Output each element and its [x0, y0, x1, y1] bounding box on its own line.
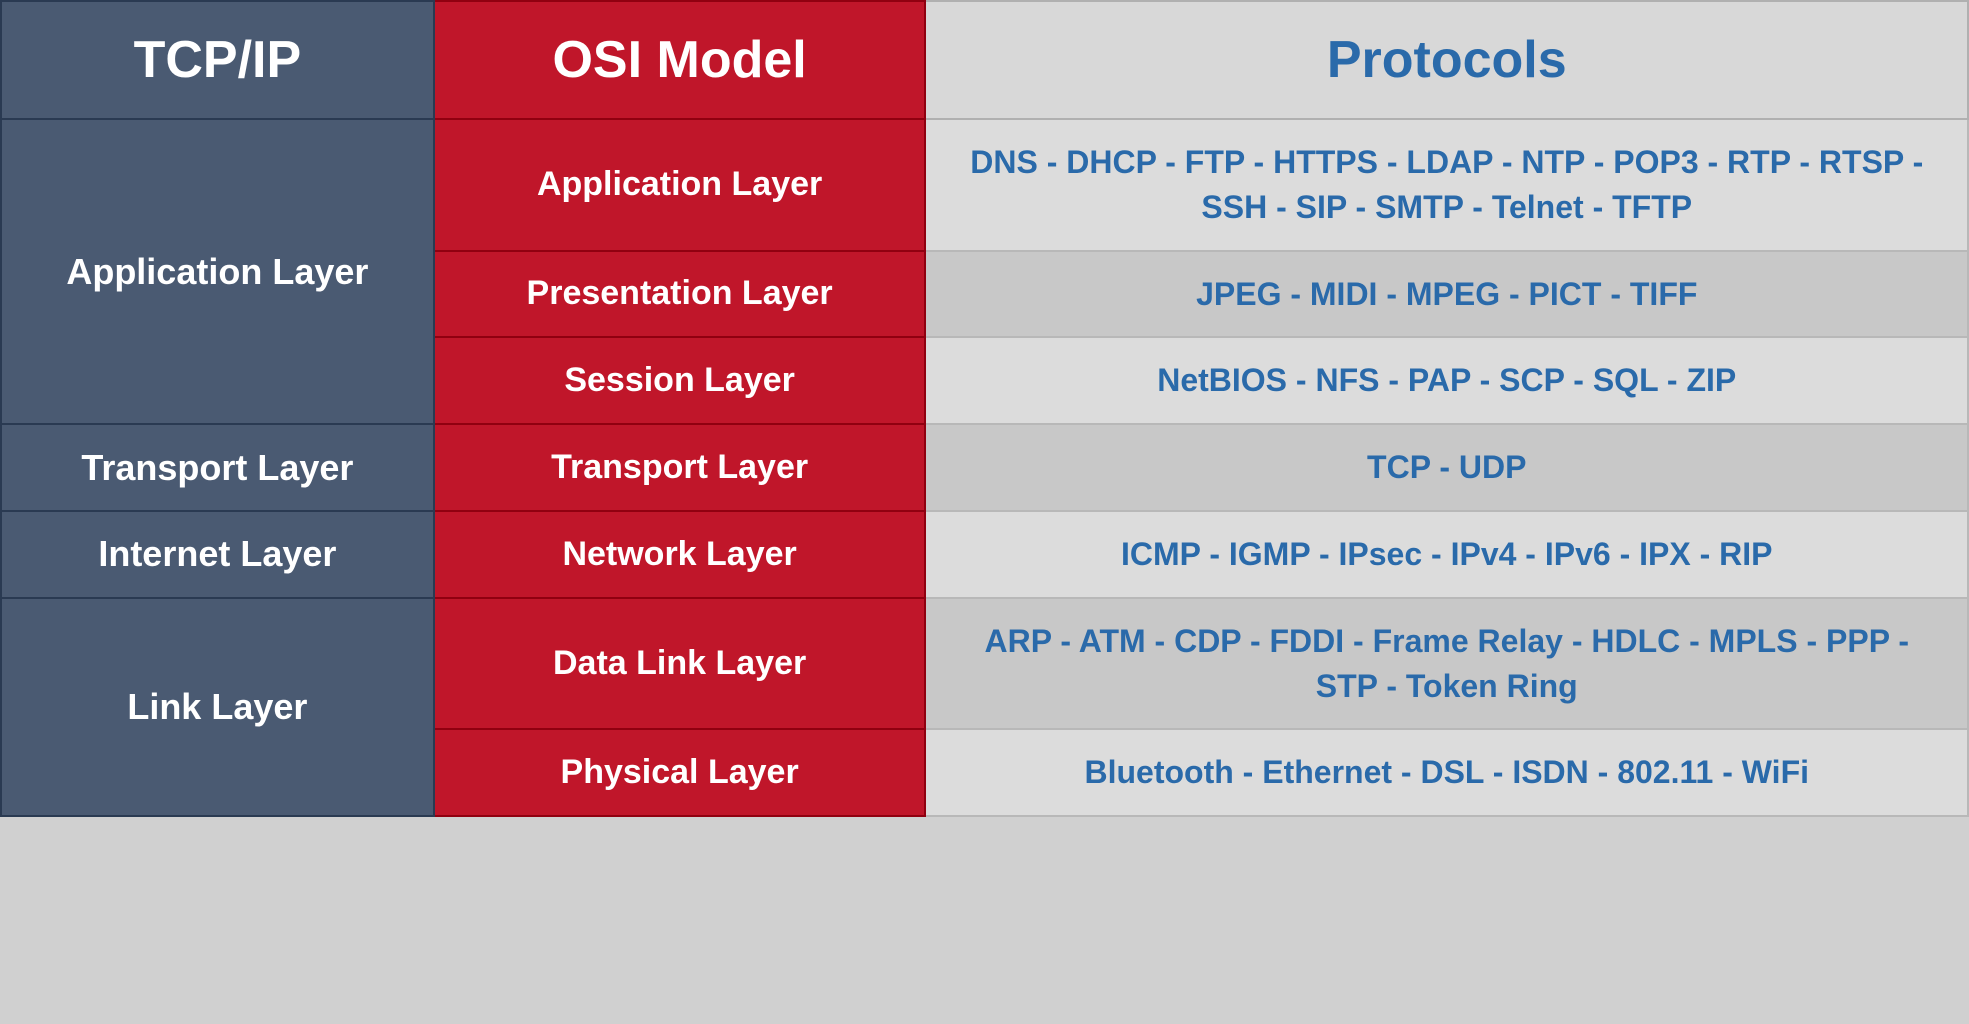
- proto-cell-presentation-layer: JPEG - MIDI - MPEG - PICT - TIFF: [925, 251, 1968, 338]
- proto-cell-data-link-layer: ARP - ATM - CDP - FDDI - Frame Relay - H…: [925, 598, 1968, 730]
- proto-cell-network-layer: ICMP - IGMP - IPsec - IPv4 - IPv6 - IPX …: [925, 511, 1968, 598]
- tcpip-cell-internet-layer: Internet Layer: [1, 511, 434, 598]
- osi-cell-data-link-layer: Data Link Layer: [434, 598, 926, 730]
- tcpip-cell-link-layer: Link Layer: [1, 598, 434, 816]
- osi-cell-transport-layer: Transport Layer: [434, 424, 926, 511]
- osi-cell-presentation-layer: Presentation Layer: [434, 251, 926, 338]
- header-proto: Protocols: [925, 1, 1968, 119]
- osi-cell-network-layer: Network Layer: [434, 511, 926, 598]
- proto-cell-session-layer: NetBIOS - NFS - PAP - SCP - SQL - ZIP: [925, 337, 1968, 424]
- header-osi: OSI Model: [434, 1, 926, 119]
- osi-cell-application-layer: Application Layer: [434, 119, 926, 251]
- tcpip-cell-transport-layer: Transport Layer: [1, 424, 434, 511]
- proto-cell-application-layer: DNS - DHCP - FTP - HTTPS - LDAP - NTP - …: [925, 119, 1968, 251]
- osi-cell-physical-layer: Physical Layer: [434, 729, 926, 816]
- osi-cell-session-layer: Session Layer: [434, 337, 926, 424]
- main-table-wrapper: TCP/IP OSI Model Protocols Application L…: [0, 0, 1969, 1024]
- header-tcpip: TCP/IP: [1, 1, 434, 119]
- proto-cell-physical-layer: Bluetooth - Ethernet - DSL - ISDN - 802.…: [925, 729, 1968, 816]
- tcpip-cell-application-layer: Application Layer: [1, 119, 434, 424]
- proto-cell-transport-layer: TCP - UDP: [925, 424, 1968, 511]
